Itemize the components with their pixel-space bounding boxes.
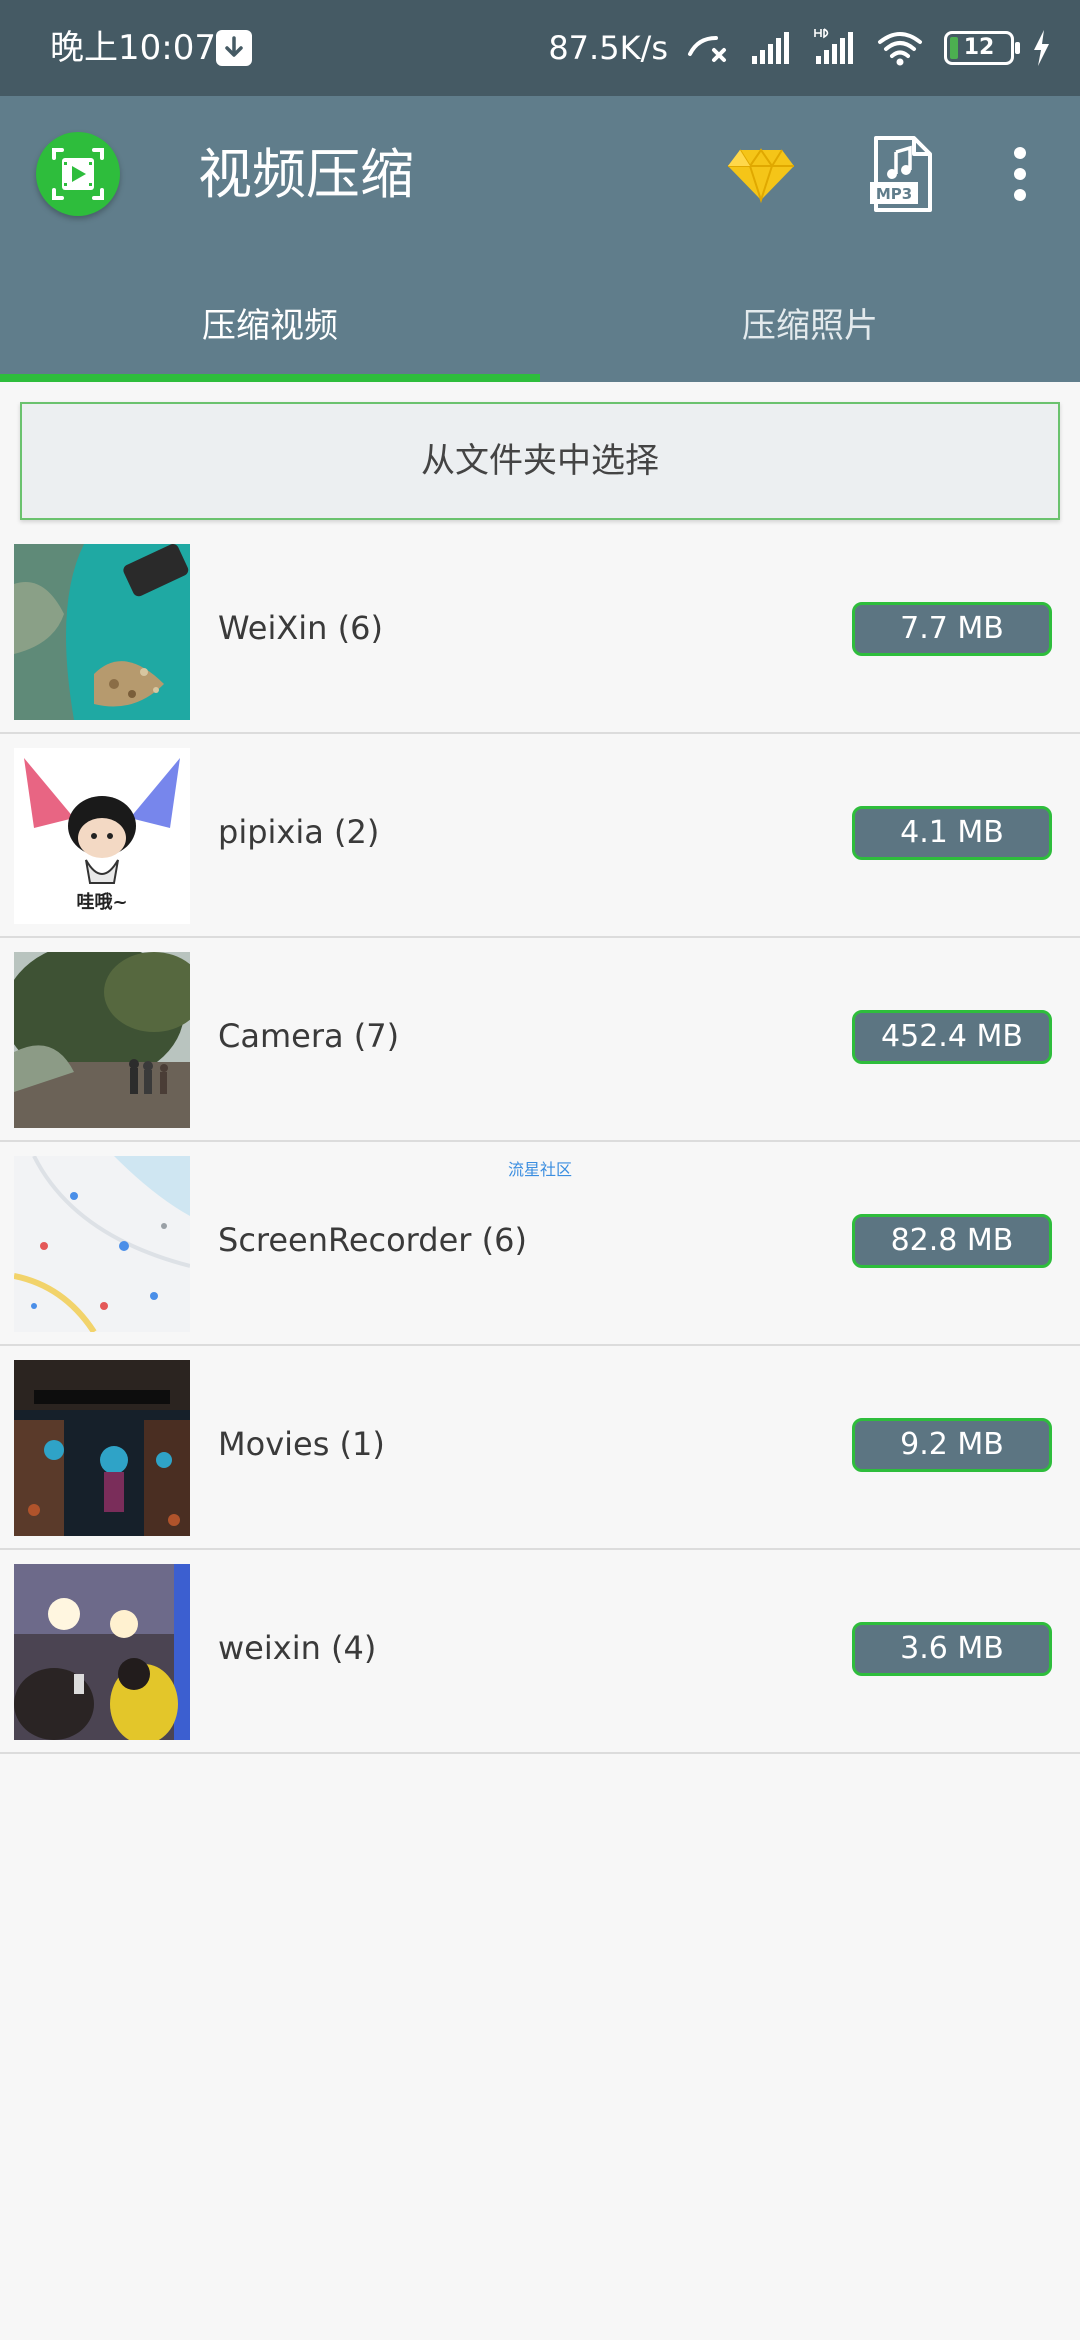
tab-compress-photo[interactable]: 压缩照片	[540, 296, 1080, 382]
folder-thumbnail	[14, 1156, 190, 1332]
size-badge: 4.1 MB	[852, 806, 1052, 860]
tab-bar: 压缩视频 压缩照片	[0, 296, 1080, 382]
app-bar: 视频压缩 MP3 压缩视频 压缩照片	[0, 96, 1080, 382]
mp3-file-icon[interactable]: MP3	[868, 134, 938, 214]
folder-thumbnail: 哇哦~	[14, 748, 190, 924]
tab-compress-video[interactable]: 压缩视频	[0, 296, 540, 382]
wifi-icon	[878, 32, 922, 66]
app-title: 视频压缩	[198, 143, 414, 206]
battery-icon: 12	[944, 31, 1020, 65]
more-vert-icon[interactable]	[1000, 140, 1040, 210]
folder-thumbnail	[14, 1564, 190, 1740]
size-badge: 7.7 MB	[852, 602, 1052, 656]
watermark: 流星社区	[507, 1160, 572, 1179]
list-item[interactable]: 哇哦~ pipixia (2) 4.1 MB	[0, 734, 1080, 938]
call-off-icon	[688, 36, 726, 62]
folder-list: WeiXin (6) 7.7 MB 哇哦~ pipixia (2) 4.1 MB	[0, 530, 1080, 1754]
list-item[interactable]: weixin (4) 3.6 MB	[0, 1550, 1080, 1754]
video-compress-logo	[36, 132, 120, 216]
folder-name: weixin (4)	[218, 1629, 377, 1667]
folder-thumbnail	[14, 952, 190, 1128]
net-speed: 87.5K/s	[548, 29, 668, 67]
signal-icon	[752, 32, 789, 64]
select-from-folder-button[interactable]: 从文件夹中选择	[20, 402, 1060, 520]
thumbnail-caption: 哇哦~	[76, 892, 127, 913]
folder-name: WeiXin (6)	[218, 609, 383, 647]
status-icons: 87.5K/s 12	[548, 24, 1052, 72]
list-item[interactable]: WeiXin (6) 7.7 MB	[0, 530, 1080, 734]
folder-thumbnail	[14, 544, 190, 720]
hd-signal-icon	[814, 28, 853, 64]
status-bar: 晚上10:07 87.5K/s 12	[0, 0, 1080, 96]
diamond-icon[interactable]	[726, 144, 796, 204]
charging-icon	[1034, 30, 1049, 66]
size-badge: 9.2 MB	[852, 1418, 1052, 1472]
size-badge: 3.6 MB	[852, 1622, 1052, 1676]
folder-name: Camera (7)	[218, 1017, 400, 1055]
size-badge: 82.8 MB	[852, 1214, 1052, 1268]
folder-name: pipixia (2)	[218, 813, 380, 851]
tab-indicator	[0, 374, 540, 382]
download-icon	[216, 30, 252, 66]
status-time: 晚上10:07	[50, 28, 216, 68]
folder-thumbnail	[14, 1360, 190, 1536]
battery-level: 12	[963, 35, 995, 60]
list-item[interactable]: Camera (7) 452.4 MB	[0, 938, 1080, 1142]
mp3-label: MP3	[876, 185, 912, 203]
list-item[interactable]: Movies (1) 9.2 MB	[0, 1346, 1080, 1550]
size-badge: 452.4 MB	[852, 1010, 1052, 1064]
folder-name: Movies (1)	[218, 1425, 385, 1463]
folder-name: ScreenRecorder (6)	[218, 1221, 527, 1259]
